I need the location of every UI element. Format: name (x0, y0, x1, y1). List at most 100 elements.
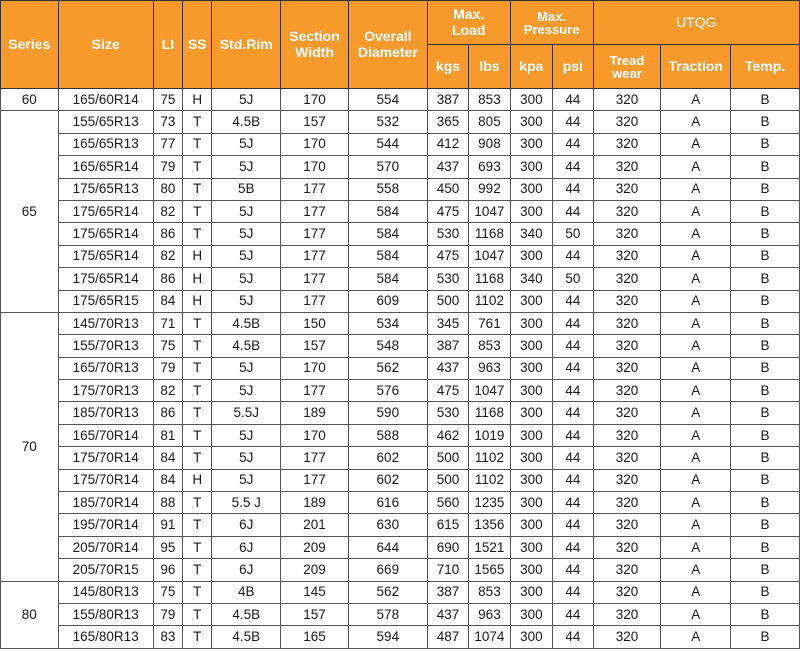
treadwear-cell: 320 (592, 491, 662, 515)
load-kgs-cell: 437 (426, 602, 470, 627)
size-cell: 175/65R14 (57, 199, 154, 224)
pressure-kpa-cell: 300 (509, 423, 554, 448)
header-treadwear: Tread wear (592, 44, 662, 89)
overall-diameter-cell: 602 (347, 446, 428, 470)
table-row: 205/70R14 95 T 6J 209 644 690 1521 300 44 320 A B (1, 535, 800, 560)
size-cell: 165/65R14 (57, 155, 154, 179)
load-lbs-cell: 1019 (468, 423, 511, 448)
speed-symbol-cell: T (182, 356, 213, 381)
load-lbs-cell: 908 (468, 132, 511, 157)
traction-cell: A (660, 401, 732, 425)
load-kgs-cell: 530 (426, 222, 470, 246)
std-rim-cell: 6J (211, 558, 282, 582)
overall-diameter-cell: 609 (347, 289, 428, 313)
overall-diameter-cell: 558 (347, 177, 428, 201)
load-kgs-cell: 710 (426, 558, 470, 582)
pressure-psi-cell: 44 (552, 423, 594, 448)
load-lbs-cell: 1102 (468, 446, 511, 470)
load-kgs-cell: 690 (426, 535, 470, 560)
section-width-cell: 170 (280, 132, 349, 157)
header-max-load: Max. Load (426, 0, 511, 45)
table-row: 175/65R14 86 H 5J 177 584 530 1168 340 50 320 A B (1, 267, 800, 291)
temperature-cell: B (730, 423, 800, 448)
load-kgs-cell: 387 (426, 580, 470, 604)
section-width-cell: 177 (280, 289, 349, 313)
pressure-psi-cell: 44 (552, 602, 594, 627)
load-index-cell: 79 (152, 602, 184, 627)
pressure-kpa-cell: 300 (509, 334, 554, 358)
std-rim-cell: 4B (211, 580, 282, 604)
section-width-cell: 177 (280, 468, 349, 493)
traction-cell: A (660, 177, 732, 201)
load-kgs-cell: 530 (426, 267, 470, 291)
speed-symbol-cell: T (182, 155, 213, 179)
size-cell: 155/65R13 (57, 110, 154, 134)
load-index-cell: 82 (152, 379, 184, 403)
table-row: 175/65R14 82 H 5J 177 584 475 1047 300 44 320 A B (1, 244, 800, 269)
table-row: 70 145/70R13 71 T 4.5B 150 534 345 761 300 44 320 A B (0, 311, 800, 582)
load-kgs-cell: 412 (426, 132, 470, 157)
temperature-cell: B (730, 558, 800, 582)
size-cell: 205/70R14 (57, 535, 154, 560)
traction-cell: A (660, 513, 732, 537)
size-cell: 155/80R13 (57, 602, 154, 627)
temperature-cell: B (730, 401, 800, 425)
table-row: 175/70R13 82 T 5J 177 576 475 1047 300 44 320 A B (1, 379, 800, 403)
load-index-cell: 71 (152, 311, 184, 336)
overall-diameter-cell: 644 (347, 535, 428, 560)
traction-cell: A (660, 110, 732, 134)
treadwear-cell: 320 (592, 267, 662, 291)
pressure-psi-cell: 44 (552, 155, 594, 179)
temperature-cell: B (730, 379, 800, 403)
table-row: 185/70R14 88 T 5.5 J 189 616 560 1235 300 44 320 A B (1, 491, 800, 515)
speed-symbol-cell: T (182, 177, 213, 201)
traction-cell: A (660, 87, 732, 112)
load-index-cell: 83 (152, 625, 184, 649)
section-width-cell: 170 (280, 356, 349, 381)
section-width-cell: 165 (280, 625, 349, 649)
overall-diameter-cell: 590 (347, 401, 428, 425)
size-cell: 175/70R13 (57, 379, 154, 403)
section-width-cell: 189 (280, 401, 349, 425)
temperature-cell: B (730, 535, 800, 560)
load-index-cell: 75 (152, 580, 184, 604)
series-cell: 70 (0, 311, 59, 582)
treadwear-cell: 320 (592, 602, 662, 627)
load-index-cell: 81 (152, 423, 184, 448)
load-lbs-cell: 853 (468, 334, 511, 358)
load-lbs-cell: 1047 (468, 379, 511, 403)
table-row: 175/65R14 82 T 5J 177 584 475 1047 300 44 320 A B (1, 199, 800, 224)
load-kgs-cell: 560 (426, 491, 470, 515)
pressure-kpa-cell: 300 (509, 87, 554, 112)
speed-symbol-cell: H (182, 468, 213, 493)
temperature-cell: B (730, 311, 800, 336)
treadwear-cell: 320 (592, 535, 662, 560)
table-row: 175/65R14 86 T 5J 177 584 530 1168 340 50 320 A B (1, 222, 800, 246)
traction-cell: A (660, 155, 732, 179)
series-cell: 80 (0, 580, 59, 649)
treadwear-cell: 320 (592, 289, 662, 313)
section-width-cell: 170 (280, 155, 349, 179)
pressure-psi-cell: 44 (552, 334, 594, 358)
size-cell: 145/70R13 (57, 311, 154, 336)
header-temperature: Temp. (730, 44, 800, 89)
temperature-cell: B (730, 468, 800, 493)
pressure-kpa-cell: 300 (509, 535, 554, 560)
table-row: 175/70R14 84 T 5J 177 602 500 1102 300 44 320 A B (1, 446, 800, 470)
std-rim-cell: 4.5B (211, 625, 282, 649)
std-rim-cell: 5J (211, 199, 282, 224)
pressure-psi-cell: 44 (552, 401, 594, 425)
temperature-cell: B (730, 625, 800, 649)
pressure-psi-cell: 44 (552, 625, 594, 649)
temperature-cell: B (730, 289, 800, 313)
treadwear-cell: 320 (592, 110, 662, 134)
load-index-cell: 82 (152, 199, 184, 224)
load-lbs-cell: 963 (468, 356, 511, 381)
pressure-psi-cell: 44 (552, 468, 594, 493)
load-kgs-cell: 437 (426, 356, 470, 381)
size-cell: 175/70R14 (57, 468, 154, 493)
pressure-kpa-cell: 300 (509, 311, 554, 336)
size-cell: 185/70R13 (57, 401, 154, 425)
section-width-cell: 177 (280, 267, 349, 291)
pressure-kpa-cell: 300 (509, 356, 554, 381)
